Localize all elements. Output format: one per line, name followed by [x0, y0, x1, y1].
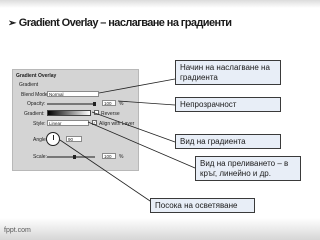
callout-gradient-type: Вид на градиента: [175, 134, 281, 149]
leader-gradient: [91, 111, 176, 143]
footer-logo: fppt.com: [4, 227, 31, 234]
bottom-band: [0, 218, 320, 240]
leader-opacity: [117, 100, 176, 106]
leader-blend-mode: [98, 78, 176, 94]
callout-style: Вид на преливането – в кръг, линейно и д…: [195, 156, 301, 181]
callout-angle: Посока на осветяване: [150, 198, 255, 213]
callout-blend-mode: Начин на наслагване на градиента: [175, 60, 281, 85]
callout-opacity: Непрозрачност: [175, 97, 281, 112]
leader-angle: [59, 139, 157, 206]
